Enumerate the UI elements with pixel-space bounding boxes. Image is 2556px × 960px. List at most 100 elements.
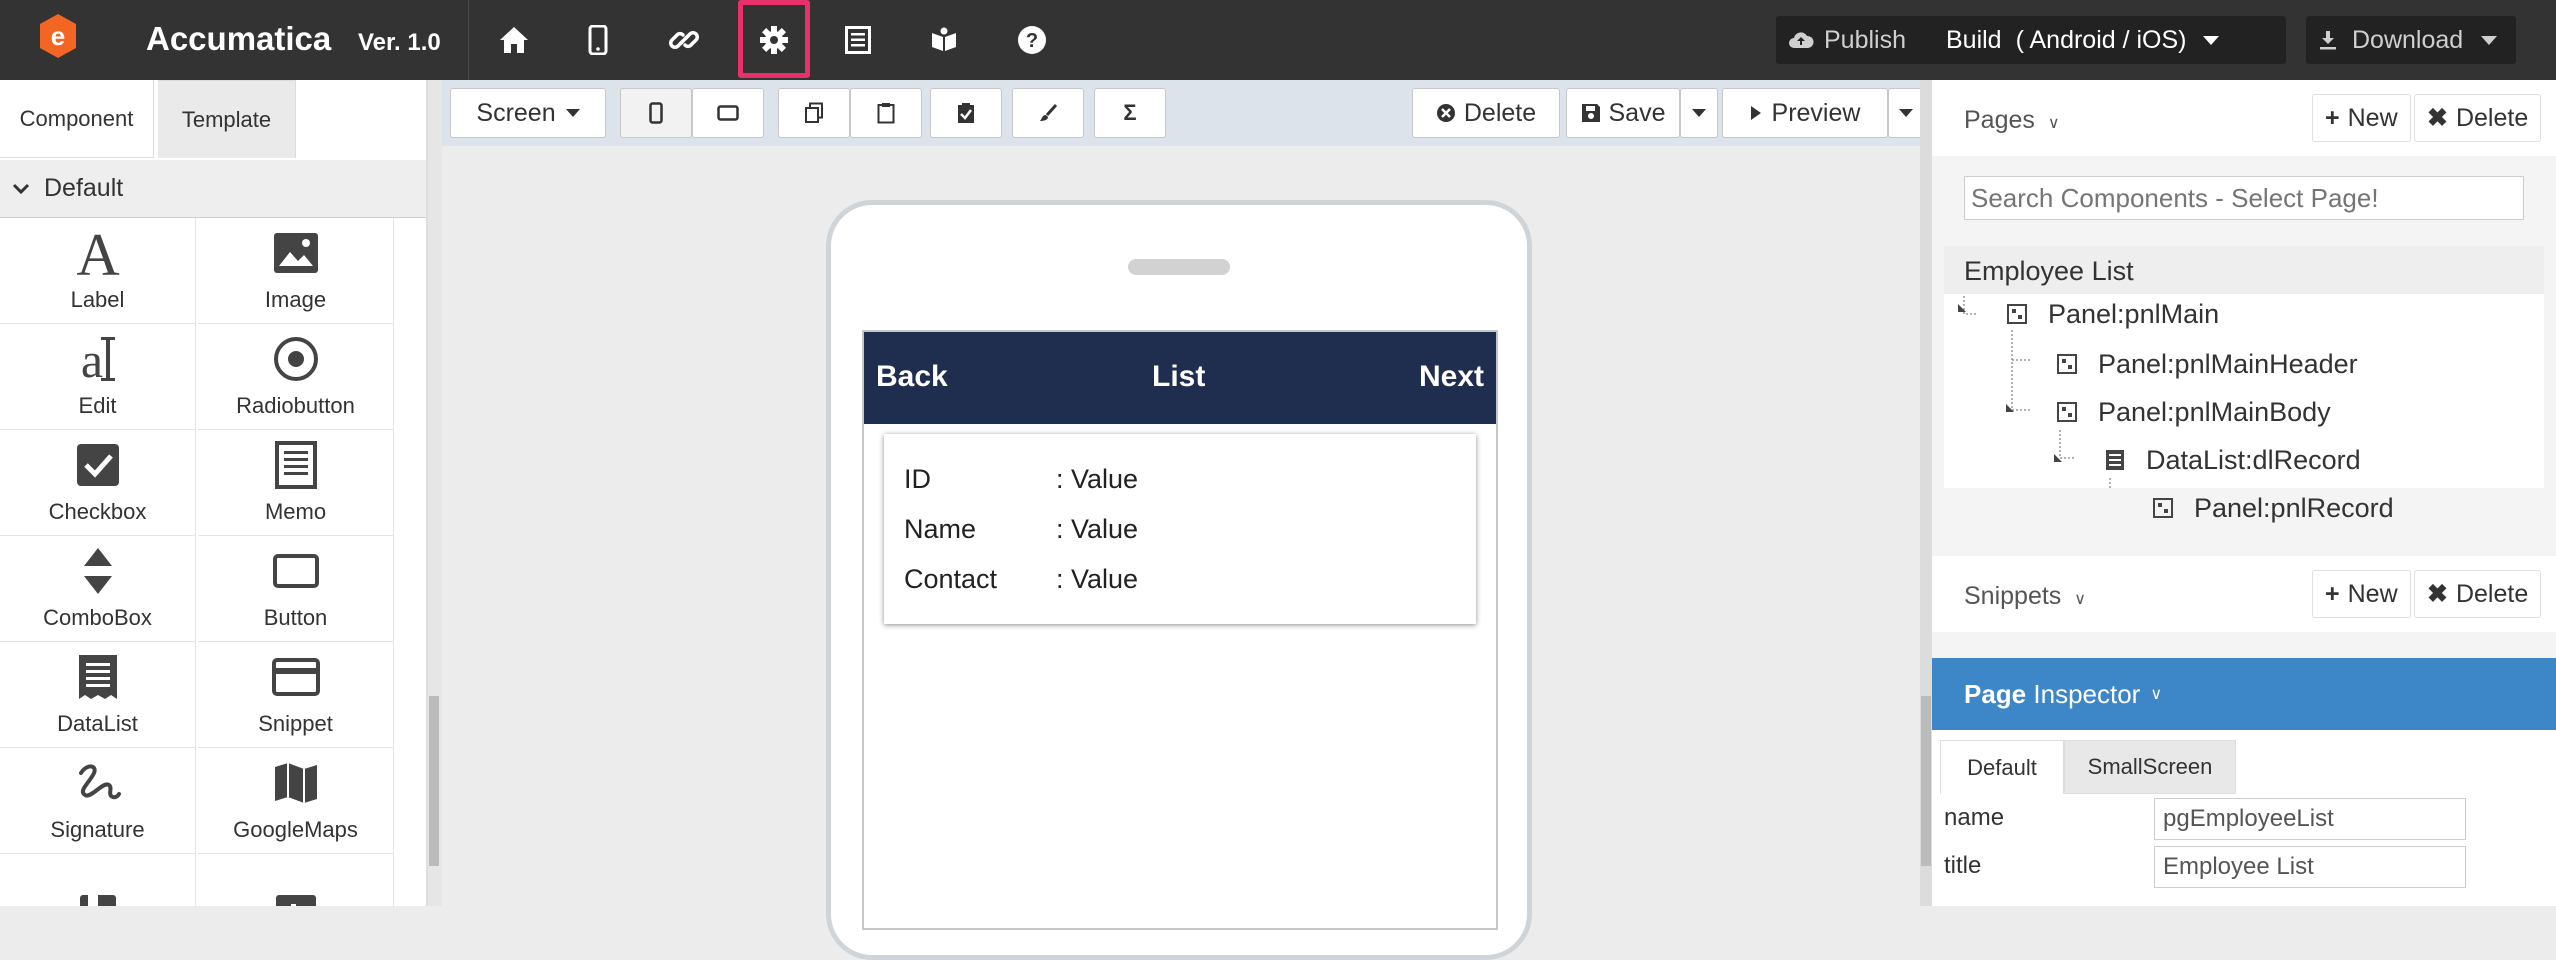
plus-icon: + <box>2325 579 2340 608</box>
tree-item-pnlmainbody[interactable]: Panel:pnlMainBody <box>2056 392 2331 432</box>
component-radiobutton[interactable]: Radiobutton <box>198 324 394 430</box>
tab-template[interactable]: Template <box>158 80 296 158</box>
id-value: : Value <box>1056 464 1139 494</box>
prop-title-input[interactable]: Employee List <box>2154 846 2466 888</box>
tree-item-pnlmainheader[interactable]: Panel:pnlMainHeader <box>2056 344 2358 384</box>
delete-button[interactable]: Delete <box>1412 88 1560 138</box>
tree-item-pnlmain[interactable]: Panel:pnlMain <box>2006 294 2219 334</box>
component-signature[interactable]: Signature <box>0 748 196 854</box>
clipboard-check-icon <box>958 103 974 123</box>
image-icon <box>268 225 324 281</box>
right-splitter[interactable] <box>1920 80 1932 906</box>
chevron-down-icon: ∨ <box>2074 591 2086 608</box>
landscape-view-button[interactable] <box>692 88 764 138</box>
mobile-icon[interactable] <box>578 20 618 60</box>
home-icon[interactable] <box>494 20 534 60</box>
tab-default[interactable]: Default <box>1940 740 2064 794</box>
component-googlemaps[interactable]: GoogleMaps <box>198 748 394 854</box>
tablet-landscape-icon <box>717 105 739 121</box>
preview-options-dropdown[interactable] <box>1888 88 1924 138</box>
component-name: Edit <box>78 393 117 418</box>
component-label[interactable]: A Label <box>0 218 196 324</box>
component-datalist[interactable]: DataList <box>0 642 196 748</box>
new-snippet-button[interactable]: + New <box>2312 570 2411 618</box>
component-chart[interactable] <box>198 854 394 906</box>
preview-button[interactable]: Preview <box>1722 88 1888 138</box>
new-label: New <box>2347 103 2398 132</box>
page-tree: Employee List Panel:pnlMain Panel:pnlMai… <box>1944 246 2544 523</box>
record-card[interactable]: ID : Value Name : Value Contact : Value <box>884 434 1476 624</box>
chevron-down-icon: ∨ <box>2150 686 2163 703</box>
link-icon[interactable] <box>664 20 704 60</box>
delete-snippet-button[interactable]: ✖ Delete <box>2414 570 2542 618</box>
component-combobox[interactable]: ComboBox <box>0 536 196 642</box>
snippets-dropdown[interactable]: Snippets ∨ <box>1964 582 2086 611</box>
publish-label: Publish <box>1824 25 1906 54</box>
build-button[interactable]: Build ( Android / iOS) <box>1934 16 2286 64</box>
new-page-button[interactable]: + New <box>2312 94 2411 142</box>
app-logo[interactable]: e <box>36 12 80 60</box>
snippets-label: Snippets <box>1964 582 2062 610</box>
save-options-dropdown[interactable] <box>1680 88 1718 138</box>
validate-button[interactable] <box>930 88 1002 138</box>
tab-smallscreen[interactable]: SmallScreen <box>2064 740 2236 794</box>
component-memo[interactable]: Memo <box>198 430 394 536</box>
copy-button[interactable] <box>778 88 850 138</box>
component-search-input[interactable] <box>1964 176 2524 220</box>
component-name: Image <box>264 287 327 312</box>
group-header-default[interactable]: Default <box>0 160 426 218</box>
back-button[interactable]: Back <box>876 360 948 394</box>
download-button[interactable]: Download <box>2306 16 2516 64</box>
name-label: Name <box>904 514 977 544</box>
svg-text:a: a <box>80 333 102 385</box>
gear-icon[interactable] <box>754 20 794 60</box>
group-label: Default <box>44 174 124 202</box>
book-icon[interactable] <box>924 20 964 60</box>
inspector-header[interactable]: Page Inspector ∨ <box>1932 658 2556 730</box>
prop-name-input[interactable]: pgEmployeeList <box>2154 798 2466 840</box>
tree-item-pnlrecord[interactable]: Panel:pnlRecord <box>2152 488 2394 528</box>
component-name: ComboBox <box>43 605 152 630</box>
build-label: Build <box>1946 25 2002 54</box>
list-icon[interactable] <box>838 20 878 60</box>
component-image[interactable]: Image <box>198 218 394 324</box>
publish-button[interactable]: Publish <box>1776 16 1938 64</box>
delete-page-button[interactable]: ✖ Delete <box>2414 94 2542 142</box>
left-splitter[interactable] <box>428 80 442 906</box>
checkbox-icon <box>70 437 126 493</box>
save-button[interactable]: Save <box>1566 88 1680 138</box>
pages-dropdown[interactable]: Pages ∨ <box>1964 106 2060 135</box>
svg-text:A: A <box>76 227 119 279</box>
portrait-view-button[interactable] <box>620 88 692 138</box>
component-snippet[interactable]: Snippet <box>198 642 394 748</box>
tab-component[interactable]: Component <box>0 80 154 158</box>
splitter-grip[interactable] <box>429 696 439 866</box>
tree-item-dlrecord[interactable]: DataList:dlRecord <box>2104 440 2361 480</box>
paste-button[interactable] <box>850 88 922 138</box>
phone-header[interactable]: Back List Next <box>864 332 1496 424</box>
formula-button[interactable]: Σ <box>1094 88 1166 138</box>
chevron-down-icon: ∨ <box>2047 115 2060 132</box>
panel-icon <box>2007 304 2027 324</box>
style-button[interactable] <box>1012 88 1084 138</box>
name-value: : Value <box>1056 514 1139 544</box>
close-icon: ✖ <box>2427 580 2448 608</box>
component-bookmark[interactable] <box>0 854 196 906</box>
screen-dropdown[interactable]: Screen <box>450 88 606 138</box>
splitter-grip[interactable] <box>1921 696 1931 866</box>
component-name: Radiobutton <box>236 393 355 418</box>
tree-item-label: Panel:pnlMainHeader <box>2098 348 2358 379</box>
prop-title-label: title <box>1944 852 1982 879</box>
snippets-section-header: Snippets ∨ + New ✖ Delete <box>1932 556 2556 632</box>
download-icon <box>2320 31 2336 50</box>
plus-icon: + <box>2325 103 2340 132</box>
font-icon: A <box>70 225 126 281</box>
component-button[interactable]: Button <box>198 536 394 642</box>
component-checkbox[interactable]: Checkbox <box>0 430 196 536</box>
datalist-icon <box>2106 450 2124 470</box>
pages-label: Pages <box>1964 106 2035 134</box>
component-edit[interactable]: a Edit <box>0 324 196 430</box>
help-icon[interactable]: ? <box>1012 20 1052 60</box>
chevron-down-icon <box>2481 35 2498 45</box>
next-button[interactable]: Next <box>1419 360 1484 394</box>
